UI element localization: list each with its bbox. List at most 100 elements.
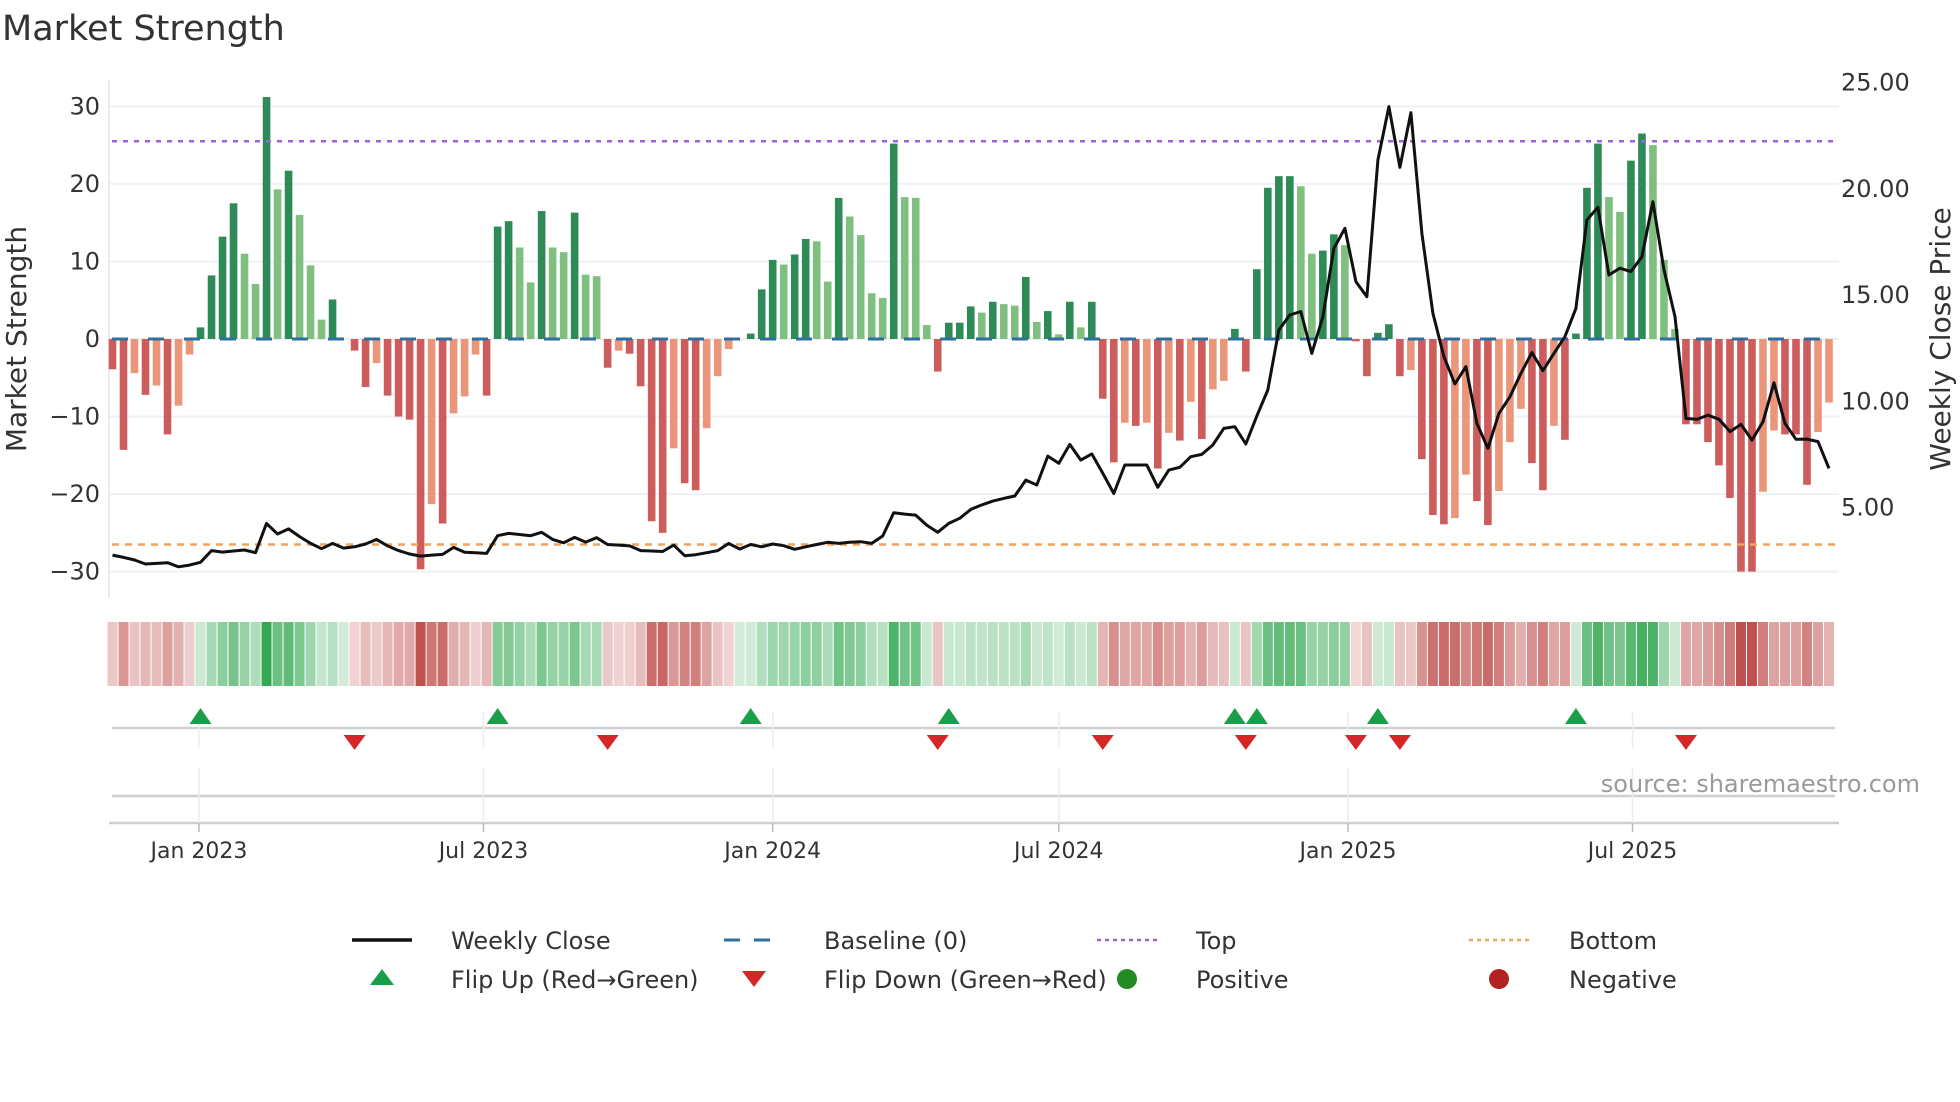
strength-bar	[1154, 339, 1162, 469]
legend-swatch-positive	[1117, 969, 1137, 989]
strength-bar	[845, 216, 854, 339]
heat-cell	[1163, 622, 1174, 686]
heat-cell	[382, 622, 393, 686]
heat-cell	[1119, 622, 1130, 686]
heat-cell	[1207, 622, 1218, 686]
heat-cell	[1383, 622, 1394, 686]
legend-label: Flip Down (Green→Red)	[824, 966, 1107, 994]
heat-cell	[1130, 622, 1141, 686]
strength-bar	[988, 301, 997, 339]
heat-cell	[1669, 622, 1680, 686]
legend-label: Negative	[1569, 966, 1677, 994]
heat-cell	[1757, 622, 1768, 686]
heat-cell	[1229, 622, 1240, 686]
heat-cell	[1009, 622, 1020, 686]
strength-bar	[1087, 301, 1096, 339]
strength-bar	[526, 282, 535, 339]
heat-cell	[1614, 622, 1625, 686]
heat-cell	[1427, 622, 1438, 686]
strength-bar	[1143, 339, 1151, 423]
strength-bar	[889, 143, 898, 339]
strength-bar	[1131, 339, 1140, 426]
strength-bar	[1231, 328, 1239, 339]
heat-cell	[1251, 622, 1262, 686]
heat-cell	[789, 622, 800, 686]
heat-cell	[734, 622, 745, 686]
heat-cell	[338, 622, 349, 686]
strength-bar	[658, 339, 667, 533]
y-tick-label: −30	[49, 558, 100, 586]
heat-cell	[1361, 622, 1372, 686]
strength-bar	[1539, 339, 1547, 491]
strength-bar	[1352, 339, 1360, 342]
heat-cell	[1526, 622, 1537, 686]
strength-bar	[152, 339, 161, 386]
heat-cell	[1625, 622, 1636, 686]
strength-bar	[449, 339, 458, 414]
heat-cell	[1405, 622, 1416, 686]
heat-cell	[635, 622, 646, 686]
flip-down-marker	[1674, 735, 1697, 750]
flip-up-marker	[486, 708, 509, 724]
heat-cell	[1790, 622, 1801, 686]
strength-bar	[471, 339, 480, 355]
heat-cell	[1240, 622, 1251, 686]
heat-cell	[1735, 622, 1746, 686]
strength-bar	[1726, 339, 1734, 498]
heat-cell	[558, 622, 569, 686]
heat-cell	[1449, 622, 1460, 686]
strength-bar	[614, 339, 623, 351]
heat-cell	[1812, 622, 1823, 686]
heat-cell	[1174, 622, 1185, 686]
legend-label: Bottom	[1569, 927, 1657, 955]
strength-bar	[724, 339, 733, 350]
y-tick-label: 30	[69, 92, 100, 120]
heat-cell	[712, 622, 723, 686]
strength-bar	[1825, 339, 1833, 403]
heat-cell	[492, 622, 503, 686]
heat-cell	[778, 622, 789, 686]
heat-cell	[657, 622, 668, 686]
strength-bar	[1418, 339, 1426, 460]
strength-bar	[900, 197, 909, 339]
heat-cell	[910, 622, 921, 686]
heat-cell	[1086, 622, 1097, 686]
heat-cell	[305, 622, 316, 686]
legend-item-flip-up: Flip Up (Red→Green)	[370, 966, 699, 994]
strength-bar	[977, 312, 986, 339]
strength-bar	[1693, 339, 1701, 425]
y2-tick-label: 5.00	[1841, 493, 1894, 521]
strength-bar	[999, 304, 1008, 339]
y-tick-label: −10	[49, 403, 100, 431]
strength-bar	[1264, 187, 1272, 339]
legend-label: Weekly Close	[451, 927, 611, 955]
heat-cell	[1471, 622, 1482, 686]
y-tick-label: −20	[49, 480, 100, 508]
heat-cell	[1196, 622, 1207, 686]
heat-cell	[250, 622, 261, 686]
strength-bar	[1120, 339, 1129, 423]
heat-cell	[151, 622, 162, 686]
flip-down-marker	[343, 735, 366, 750]
heat-cell	[1559, 622, 1570, 686]
heat-cell	[1350, 622, 1361, 686]
strength-bar	[1561, 339, 1569, 440]
flip-down-marker	[926, 735, 949, 750]
heat-cell	[1053, 622, 1064, 686]
heat-cell	[1295, 622, 1306, 686]
strength-bar	[361, 339, 370, 388]
strength-bar	[394, 339, 403, 417]
strength-bar	[592, 276, 601, 339]
heat-cell	[1515, 622, 1526, 686]
heat-cell	[1097, 622, 1108, 686]
reference-lines	[112, 140, 1835, 546]
heat-cell	[327, 622, 338, 686]
heat-cell	[1075, 622, 1086, 686]
heat-cell	[525, 622, 536, 686]
strength-bar	[1098, 339, 1107, 399]
strength-bar	[1076, 327, 1085, 339]
heat-cell	[1306, 622, 1317, 686]
heat-cell	[1746, 622, 1757, 686]
heat-cell	[228, 622, 239, 686]
strength-bar	[1616, 211, 1624, 339]
